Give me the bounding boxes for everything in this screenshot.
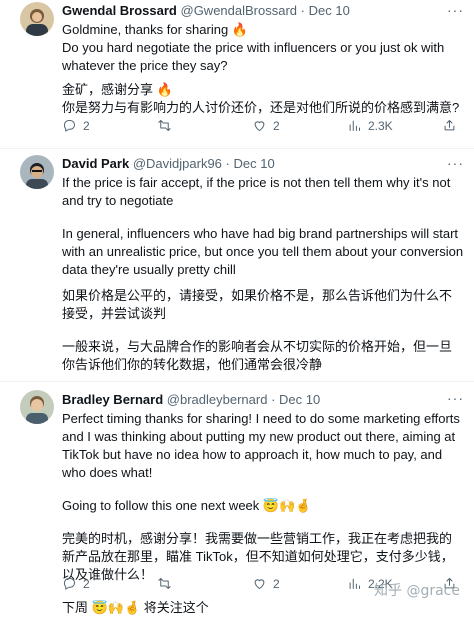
tweet-david[interactable]: David Park @Davidjpark96 · Dec 10 If the… — [0, 149, 474, 382]
tweet-line: Do you hard negotiate the price with inf… — [62, 40, 445, 73]
views-button[interactable]: 2.3K — [347, 118, 442, 133]
author-handle[interactable]: @Davidjpark96 — [133, 156, 222, 171]
author-name[interactable]: Gwendal Brossard — [62, 3, 177, 18]
like-button[interactable]: 2 — [252, 576, 347, 591]
tweet-text: Goldmine, thanks for sharing 🔥 Do you ha… — [62, 21, 464, 117]
more-options-icon[interactable]: ··· — [447, 155, 464, 171]
tweet-bradley[interactable]: Bradley Bernard @bradleybernard · Dec 10… — [0, 382, 474, 615]
reply-count: 2 — [83, 576, 90, 591]
heart-icon — [254, 579, 265, 589]
watermark: 知乎 @grace — [374, 583, 460, 599]
avatar[interactable] — [20, 155, 54, 189]
reply-count: 2 — [83, 118, 90, 133]
author-name[interactable]: Bradley Bernard — [62, 392, 163, 407]
separator-dot: · — [300, 3, 305, 18]
tweet-line: In general, influencers who have had big… — [62, 226, 464, 277]
views-icon — [349, 120, 360, 131]
share-button[interactable] — [442, 118, 457, 133]
like-count: 2 — [273, 576, 280, 591]
tweet-line: 下周 😇🙌🤞 将关注这个 — [62, 600, 209, 615]
tweet-line: Perfect timing thanks for sharing! I nee… — [62, 411, 460, 480]
tweet-line: 你是努力与有影响力的人讨价还价，还是对他们所说的价格感到满意? — [62, 100, 460, 115]
tweet-line: 金矿，感谢分享 🔥 — [62, 82, 173, 97]
retweet-button[interactable] — [157, 118, 252, 133]
tweet-line: Goldmine, thanks for sharing 🔥 — [62, 22, 248, 37]
tweet-gwendal[interactable]: Gwendal Brossard @GwendalBrossard · Dec … — [0, 0, 474, 149]
reply-icon — [63, 120, 75, 132]
tweet-line: 一般来说，与大品牌合作的影响者会从不切实际的价格开始，但一旦你告诉他们你的转化数… — [62, 339, 453, 372]
tweet-actions: 2 2 2.3K — [62, 118, 464, 133]
reply-icon — [63, 578, 75, 590]
author-handle[interactable]: @GwendalBrossard — [181, 3, 298, 18]
more-options-icon[interactable]: ··· — [447, 2, 464, 18]
separator-dot: · — [271, 392, 276, 407]
avatar[interactable] — [20, 390, 54, 424]
author-name[interactable]: David Park — [62, 156, 129, 171]
view-count: 2.3K — [368, 118, 393, 133]
tweet-date[interactable]: Dec 10 — [234, 156, 275, 171]
reply-button[interactable]: 2 — [62, 118, 157, 133]
share-icon — [444, 120, 455, 131]
retweet-button[interactable] — [157, 576, 252, 591]
reply-button[interactable]: 2 — [62, 576, 157, 591]
separator-dot: · — [225, 156, 230, 171]
tweet-date[interactable]: Dec 10 — [279, 392, 320, 407]
tweet-date[interactable]: Dec 10 — [309, 3, 350, 18]
author-handle[interactable]: @bradleybernard — [167, 392, 268, 407]
tweet-line: If the price is fair accept, if the pric… — [62, 175, 451, 208]
tweet-line: 如果价格是公平的，请接受，如果价格不是，那么告诉他们为什么不接受，并尝试谈判 — [62, 288, 453, 321]
retweet-icon — [158, 578, 171, 589]
tweet-header: David Park @Davidjpark96 · Dec 10 — [62, 156, 464, 172]
retweet-icon — [158, 120, 171, 131]
like-count: 2 — [273, 118, 280, 133]
more-options-icon[interactable]: ··· — [447, 390, 464, 406]
tweet-text: If the price is fair accept, if the pric… — [62, 174, 464, 374]
views-icon — [349, 578, 360, 589]
tweet-header: Gwendal Brossard @GwendalBrossard · Dec … — [62, 3, 464, 19]
heart-icon — [254, 121, 265, 131]
avatar[interactable] — [20, 2, 54, 36]
tweet-header: Bradley Bernard @bradleybernard · Dec 10 — [62, 392, 464, 408]
tweet-line: Going to follow this one next week 😇🙌🤞 — [62, 498, 312, 513]
like-button[interactable]: 2 — [252, 118, 347, 133]
